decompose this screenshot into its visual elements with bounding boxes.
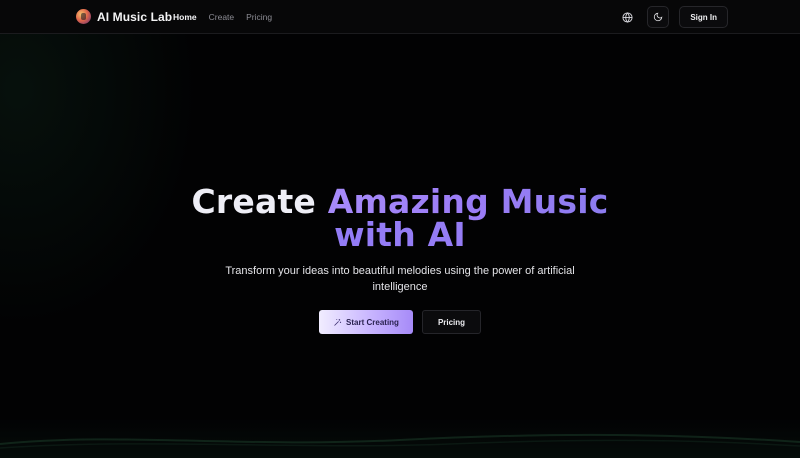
brand-name: AI Music Lab — [97, 9, 173, 24]
nav-link-home[interactable]: Home — [173, 12, 197, 22]
landing-page: AI Music Lab Home Create Pricing Sign In — [0, 0, 800, 458]
language-button[interactable] — [617, 7, 637, 27]
hero-headline: Create Amazing Music with AI — [0, 185, 800, 251]
theme-toggle-button[interactable] — [647, 6, 670, 28]
nav-actions: Sign In — [617, 6, 728, 28]
hero-subtitle: Transform your ideas into beautiful melo… — [225, 265, 575, 293]
globe-icon — [622, 11, 633, 23]
ambient-wave — [0, 433, 800, 449]
top-navbar: AI Music Lab Home Create Pricing Sign In — [0, 0, 800, 34]
start-creating-button[interactable]: Start Creating — [319, 310, 413, 334]
music-logo-icon — [76, 9, 91, 24]
sign-in-button[interactable]: Sign In — [679, 6, 728, 28]
start-creating-label: Start Creating — [346, 317, 399, 327]
headline-plain: Create — [191, 182, 317, 221]
hero-section: Create Amazing Music with AI Transform y… — [0, 185, 800, 334]
nav-links: Home Create Pricing — [173, 12, 272, 22]
headline-line2: with AI — [0, 218, 800, 251]
nav-link-pricing[interactable]: Pricing — [246, 12, 272, 22]
cta-row: Start Creating Pricing — [0, 310, 800, 334]
moon-icon — [654, 12, 663, 22]
pricing-button[interactable]: Pricing — [422, 310, 481, 334]
nav-link-create[interactable]: Create — [209, 12, 235, 22]
magic-wand-icon — [334, 318, 342, 326]
brand[interactable]: AI Music Lab — [76, 9, 172, 24]
